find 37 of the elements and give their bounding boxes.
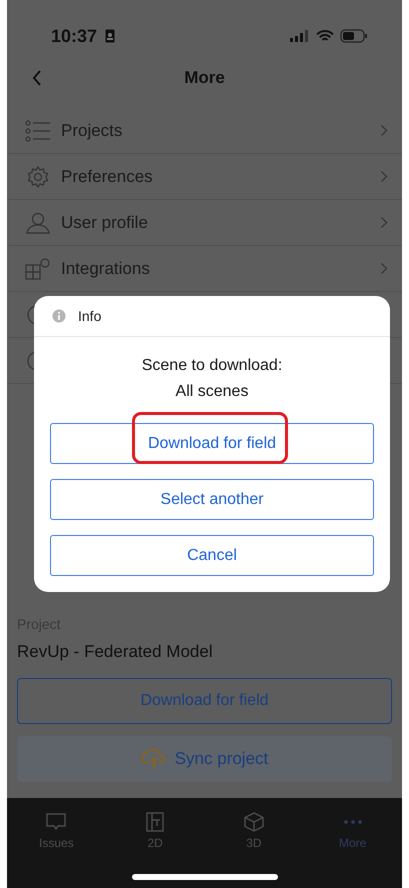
blocks-icon xyxy=(25,258,51,280)
menu-item-label[interactable]: User profile xyxy=(61,212,370,232)
project-name: RevUp - Federated Model xyxy=(17,642,214,662)
signal-icon xyxy=(290,30,310,42)
cube-icon xyxy=(242,812,265,832)
page-title: More xyxy=(184,68,225,88)
back-icon[interactable] xyxy=(31,69,43,87)
battery-icon xyxy=(340,29,368,43)
cloud-upload-icon xyxy=(140,748,167,770)
sync-button[interactable]: Sync project xyxy=(17,736,392,782)
dialog-message: Scene to download: All scenes xyxy=(140,356,284,402)
user-icon xyxy=(25,212,51,234)
tab-bar-item[interactable]: More xyxy=(322,812,383,850)
chevron-icon xyxy=(380,170,388,183)
id-card-icon xyxy=(105,29,116,43)
wifi-icon xyxy=(316,30,334,42)
dialog-button[interactable]: Select another xyxy=(50,479,374,520)
menu-item-label[interactable]: Integrations xyxy=(61,258,370,278)
menu-item-label[interactable]: Preferences xyxy=(61,166,370,186)
tab-bar-item[interactable]: 2D xyxy=(125,812,186,850)
chevron-icon xyxy=(380,124,388,137)
tab-bar-item[interactable]: 3D xyxy=(224,812,284,850)
chevron-icon xyxy=(380,216,388,229)
list-icon xyxy=(25,120,51,142)
tab-bar-item[interactable]: Issues xyxy=(26,812,86,850)
more-icon xyxy=(344,820,362,824)
gear-icon xyxy=(25,166,51,188)
info-icon xyxy=(52,309,66,323)
floor-plan-icon xyxy=(144,812,166,832)
chat-icon xyxy=(45,812,68,832)
dialog-title: Info xyxy=(78,308,102,324)
dialog-button[interactable]: Download for field xyxy=(50,423,374,464)
download-button[interactable]: Download for field xyxy=(17,678,392,724)
menu-item-label[interactable]: Projects xyxy=(61,120,370,140)
chevron-icon xyxy=(380,262,388,275)
dialog-button[interactable]: Cancel xyxy=(50,535,374,576)
status-time: 10:37 xyxy=(51,26,98,46)
